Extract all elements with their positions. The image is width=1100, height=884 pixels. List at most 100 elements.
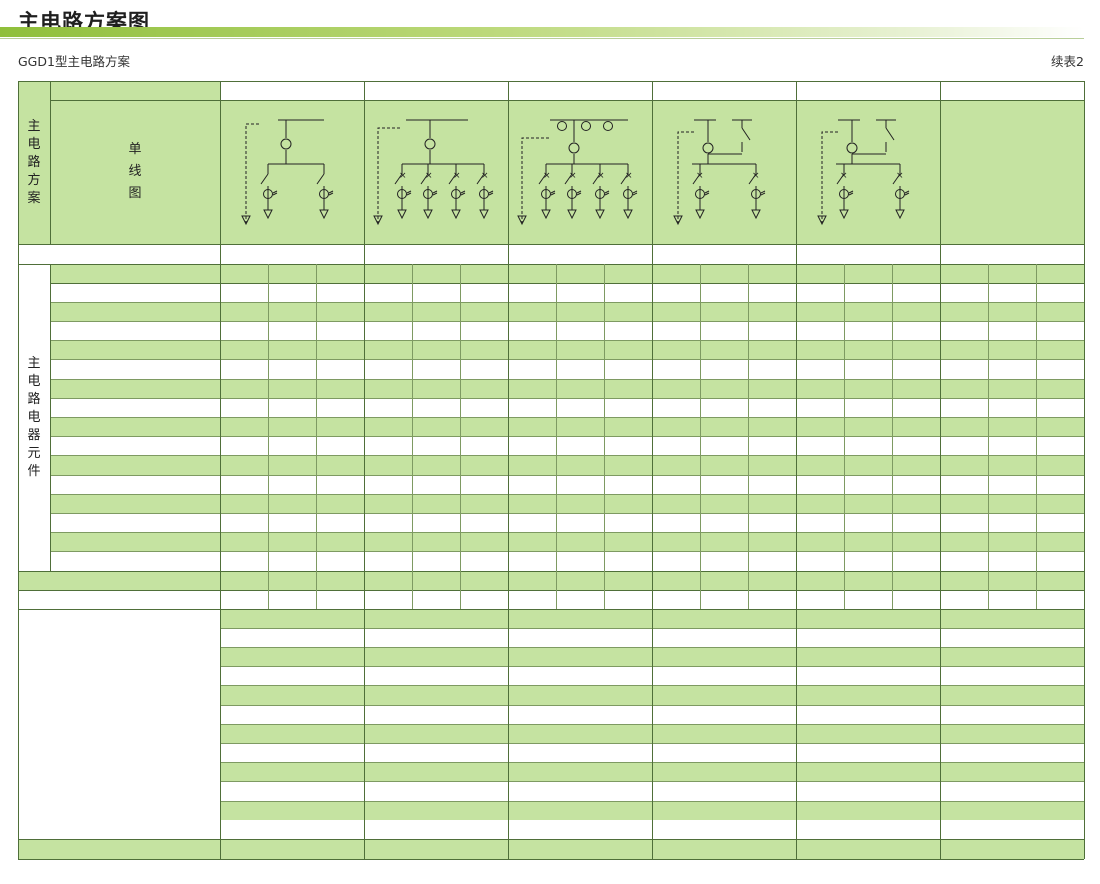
component-quantity <box>604 475 652 494</box>
component-quantity <box>748 533 796 552</box>
component-quantity <box>220 283 268 302</box>
component-quantity <box>604 456 652 475</box>
cabinet-depth-value <box>748 590 796 609</box>
component-quantity <box>268 360 316 379</box>
component-quantity <box>364 379 412 398</box>
component-quantity <box>844 398 892 417</box>
component-quantity <box>556 533 604 552</box>
cabinet-depth-value <box>844 590 892 609</box>
component-quantity <box>220 456 268 475</box>
component-quantity <box>316 456 364 475</box>
component-quantity <box>892 360 940 379</box>
cabinet-depth-label <box>18 590 220 609</box>
component-model <box>50 360 220 379</box>
component-quantity <box>796 321 844 340</box>
component-quantity <box>268 494 316 513</box>
component-quantity <box>316 533 364 552</box>
component-quantity <box>364 321 412 340</box>
component-quantity <box>220 417 268 436</box>
remarks-label <box>18 839 220 859</box>
component-quantity <box>700 513 748 532</box>
component-model <box>50 552 220 571</box>
component-model <box>50 341 220 360</box>
component-quantity <box>556 552 604 571</box>
component-quantity <box>268 533 316 552</box>
component-quantity <box>556 437 604 456</box>
svg-text:×: × <box>597 171 605 181</box>
single-line-diagram-22: × × <box>673 119 766 226</box>
component-quantity <box>364 302 412 321</box>
drawing-number <box>652 609 796 628</box>
component-quantity <box>796 283 844 302</box>
component-quantity <box>604 398 652 417</box>
components-section-label-char: 电 <box>27 409 41 425</box>
cabinet-width-value <box>652 571 700 590</box>
component-quantity <box>316 379 364 398</box>
component-quantity <box>364 360 412 379</box>
usage-label <box>18 244 220 264</box>
component-quantity <box>748 513 796 532</box>
component-quantity <box>748 437 796 456</box>
component-quantity <box>844 417 892 436</box>
component-quantity <box>220 437 268 456</box>
cabinet-depth-value <box>460 590 508 609</box>
component-quantity <box>556 302 604 321</box>
component-quantity <box>844 302 892 321</box>
component-quantity <box>604 417 652 436</box>
component-quantity <box>892 379 940 398</box>
component-quantity <box>796 533 844 552</box>
cabinet-depth-value <box>892 590 940 609</box>
component-quantity <box>844 552 892 571</box>
component-quantity <box>844 379 892 398</box>
component-quantity <box>844 341 892 360</box>
component-quantity <box>796 360 844 379</box>
section-label-main-scheme-text-char: 电 <box>27 136 41 152</box>
component-quantity <box>220 552 268 571</box>
component-quantity <box>556 341 604 360</box>
component-quantity <box>604 379 652 398</box>
component-quantity <box>556 398 604 417</box>
component-quantity <box>700 302 748 321</box>
component-quantity <box>748 494 796 513</box>
single-line-label-char: 图 <box>128 186 142 201</box>
component-quantity <box>412 360 460 379</box>
component-quantity <box>220 494 268 513</box>
component-model <box>50 533 220 552</box>
components-section-label: 主电路电器元件 <box>18 264 50 571</box>
component-quantity <box>412 475 460 494</box>
component-quantity <box>652 302 700 321</box>
component-quantity <box>508 321 556 340</box>
component-quantity <box>556 360 604 379</box>
section-label-main-scheme-text-char: 方 <box>27 172 41 188</box>
component-quantity <box>652 552 700 571</box>
section-label-main-scheme-text-char: 案 <box>27 190 41 206</box>
sub-column-header-bg <box>988 264 1036 283</box>
component-quantity <box>892 302 940 321</box>
component-quantity <box>508 302 556 321</box>
sub-column-label <box>508 264 556 283</box>
component-quantity <box>748 398 796 417</box>
component-quantity <box>268 437 316 456</box>
component-quantity <box>508 379 556 398</box>
component-quantity <box>268 456 316 475</box>
component-quantity <box>220 398 268 417</box>
component-quantity <box>316 552 364 571</box>
component-quantity <box>700 379 748 398</box>
component-quantity <box>556 513 604 532</box>
component-quantity <box>508 437 556 456</box>
component-quantity <box>700 494 748 513</box>
component-quantity <box>508 494 556 513</box>
component-quantity <box>556 417 604 436</box>
component-model <box>50 475 220 494</box>
svg-text:×: × <box>625 171 633 181</box>
component-model <box>50 494 220 513</box>
component-quantity <box>556 321 604 340</box>
cabinet-width-value <box>508 571 556 590</box>
section-label-main-scheme-text-char: 主 <box>27 118 41 134</box>
grid-line <box>1035 264 1037 609</box>
sub-column-label <box>412 264 460 283</box>
component-quantity <box>316 417 364 436</box>
component-quantity <box>796 456 844 475</box>
cabinet-depth-value <box>604 590 652 609</box>
cabinet-width-label <box>18 571 220 590</box>
